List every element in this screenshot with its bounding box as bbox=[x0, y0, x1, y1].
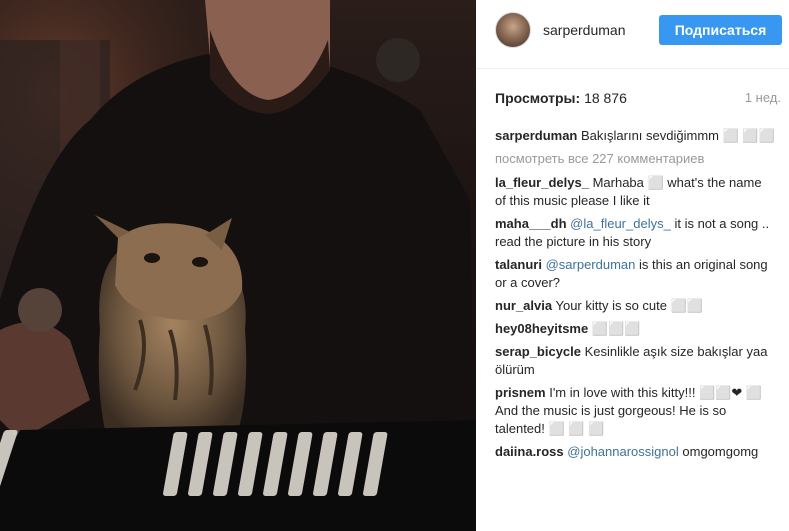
comment-item: la_fleur_delys_ Marhaba ⬜ what's the nam… bbox=[495, 174, 775, 210]
comment-username[interactable]: nur_alvia bbox=[495, 298, 552, 313]
views-label: Просмотры: bbox=[495, 90, 581, 106]
comment-username[interactable]: maha___dh bbox=[495, 216, 567, 231]
caption-text: Bakışlarını sevdiğimmm bbox=[581, 128, 719, 143]
comment-item: daiina.ross @johannarossignol omgomgomg bbox=[495, 443, 775, 461]
comment-username[interactable]: daiina.ross bbox=[495, 444, 564, 459]
comment-item: maha___dh @la_fleur_delys_ it is not a s… bbox=[495, 215, 775, 251]
author-username[interactable]: sarperduman bbox=[543, 22, 626, 38]
comment-mention[interactable]: @sarperduman bbox=[546, 257, 636, 272]
comment-item: hey08heyitsme ⬜⬜⬜ bbox=[495, 320, 775, 338]
emoji-placeholder: ⬜ ⬜⬜ bbox=[722, 128, 775, 143]
comment-text: ⬜⬜⬜ bbox=[591, 321, 641, 336]
comment-mention[interactable]: @la_fleur_delys_ bbox=[570, 216, 671, 231]
comment-item: prisnem I'm in love with this kitty!!! ⬜… bbox=[495, 384, 775, 438]
avatar[interactable] bbox=[495, 12, 531, 48]
follow-button[interactable]: Подписаться bbox=[659, 15, 782, 45]
caption: sarperduman Bakışlarını sevdiğimmm ⬜ ⬜⬜ bbox=[495, 127, 775, 145]
comment-item: nur_alvia Your kitty is so cute ⬜⬜ bbox=[495, 297, 775, 315]
comment-text: Your kitty is so cute ⬜⬜ bbox=[555, 298, 703, 313]
views-stat: Просмотры: 18 876 bbox=[495, 90, 627, 106]
comments-list: sarperduman Bakışlarını sevdiğimmm ⬜ ⬜⬜ … bbox=[495, 127, 775, 466]
video-frame bbox=[0, 0, 476, 531]
comment-username[interactable]: prisnem bbox=[495, 385, 546, 400]
comment-username[interactable]: talanuri bbox=[495, 257, 542, 272]
comment-username[interactable]: hey08heyitsme bbox=[495, 321, 588, 336]
caption-username[interactable]: sarperduman bbox=[495, 128, 577, 143]
comment-item: serap_bicycle Kesinlikle aşık size bakış… bbox=[495, 343, 775, 379]
comment-item: talanuri @sarperduman is this an origina… bbox=[495, 256, 775, 292]
comment-text: omgomgomg bbox=[682, 444, 759, 459]
post-sidebar: sarperduman Подписаться Просмотры: 18 87… bbox=[476, 0, 789, 531]
comment-mention[interactable]: @johannarossignol bbox=[567, 444, 679, 459]
post-timestamp[interactable]: 1 нед. bbox=[745, 90, 781, 105]
post-header: sarperduman Подписаться bbox=[476, 0, 789, 69]
view-all-comments-link[interactable]: посмотреть все 227 комментариев bbox=[495, 150, 775, 168]
views-count: 18 876 bbox=[584, 90, 627, 106]
comment-username[interactable]: serap_bicycle bbox=[495, 344, 581, 359]
comment-username[interactable]: la_fleur_delys_ bbox=[495, 175, 589, 190]
post-video[interactable] bbox=[0, 0, 476, 531]
